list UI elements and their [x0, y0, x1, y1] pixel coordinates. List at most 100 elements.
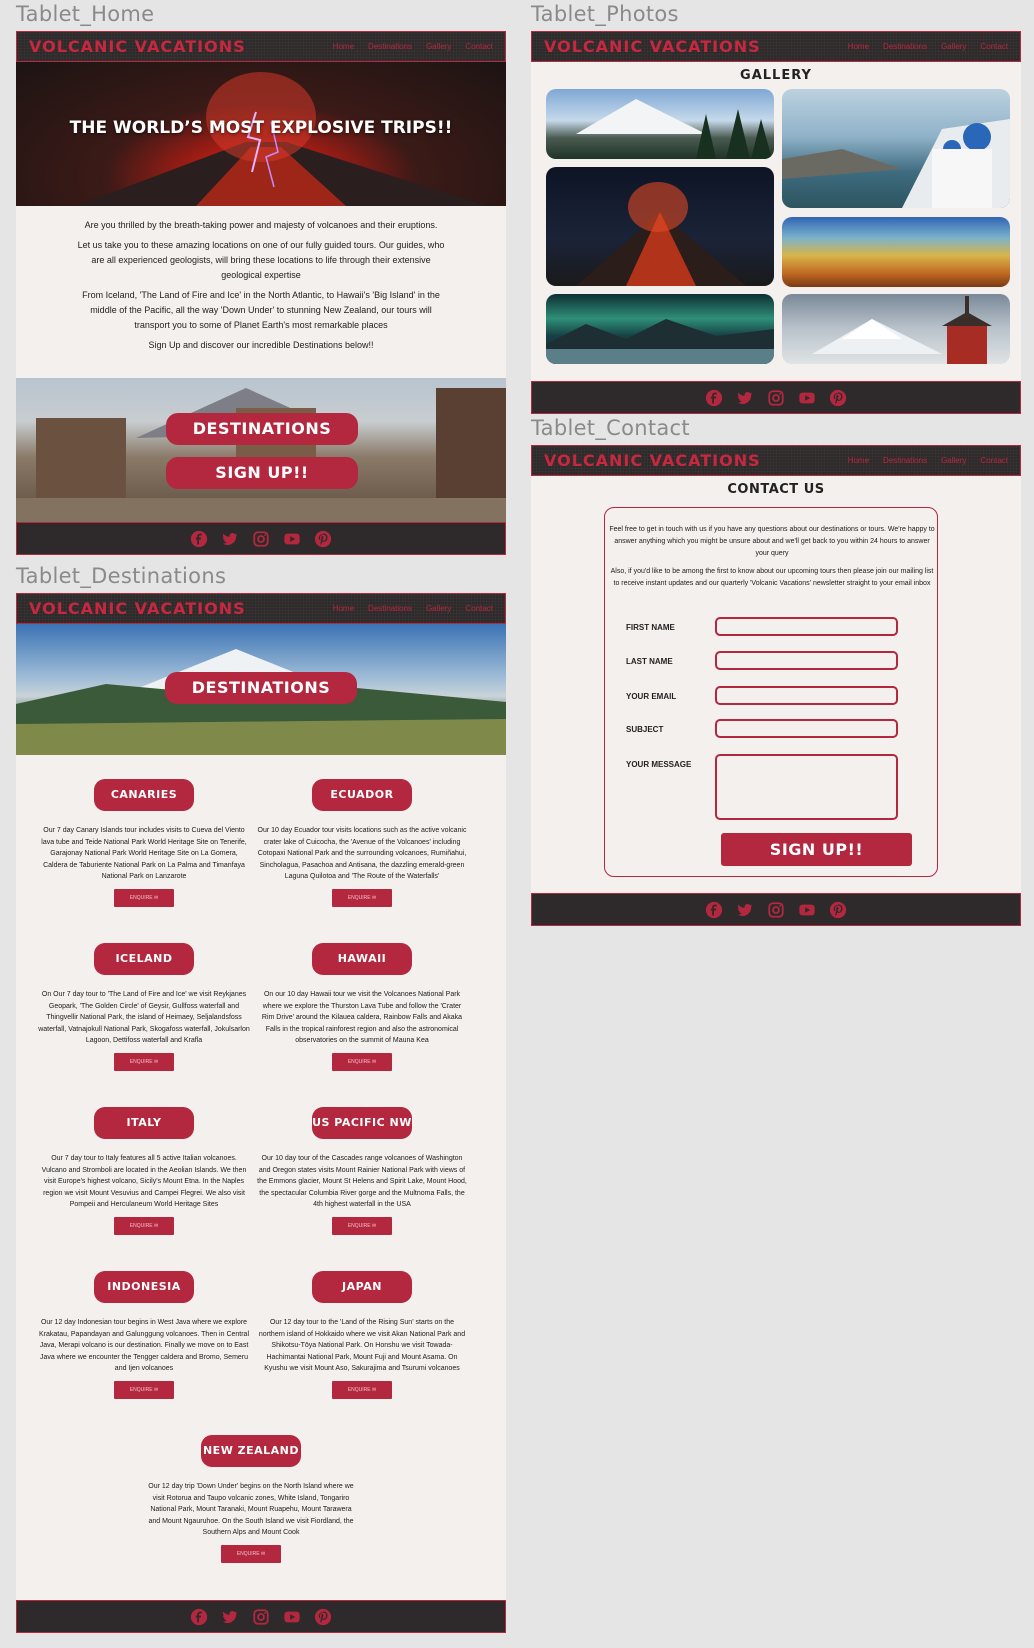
nav-home[interactable]: Home [333, 42, 354, 51]
destination-title-button[interactable]: CANARIES [94, 779, 194, 811]
nav-gallery[interactable]: Gallery [941, 42, 966, 51]
subject-input[interactable] [715, 719, 898, 738]
frame-label-photos: Tablet_Photos [531, 2, 679, 26]
nav-destinations[interactable]: Destinations [368, 42, 412, 51]
nav-destinations[interactable]: Destinations [883, 456, 927, 465]
destination-title-button[interactable]: JAPAN [312, 1271, 412, 1303]
destination-title-button[interactable]: INDONESIA [94, 1271, 194, 1303]
enquire-button[interactable]: ENQUIRE ✉ [332, 1380, 392, 1399]
brand-logo[interactable]: VOLCANIC VACATIONS [544, 451, 848, 470]
first-name-input[interactable] [715, 617, 898, 636]
twitter-icon[interactable] [736, 388, 755, 407]
enquire-button[interactable]: ENQUIRE ✉ [332, 888, 392, 907]
enquire-button[interactable]: ENQUIRE ✉ [221, 1544, 281, 1563]
destinations-hero-button[interactable]: DESTINATIONS [165, 672, 357, 704]
intro-paragraph-3: From Iceland, 'The Land of Fire and Ice'… [82, 290, 440, 330]
instagram-icon[interactable] [767, 388, 786, 407]
twitter-icon[interactable] [221, 1607, 240, 1626]
enquire-label: ENQUIRE [347, 1222, 371, 1229]
gallery-image-erupting-volcano[interactable] [546, 167, 774, 286]
enquire-button[interactable]: ENQUIRE ✉ [114, 888, 174, 907]
twitter-icon[interactable] [736, 900, 755, 919]
gallery-image-aurora-mountains[interactable] [546, 294, 774, 364]
footer [531, 381, 1021, 414]
facebook-icon[interactable] [190, 529, 209, 548]
nav-home[interactable]: Home [333, 604, 354, 613]
enquire-button[interactable]: ENQUIRE ✉ [114, 1052, 174, 1071]
pinterest-icon[interactable] [314, 1607, 333, 1626]
facebook-icon[interactable] [705, 900, 724, 919]
enquire-label: ENQUIRE [236, 1550, 260, 1557]
destination-title-button[interactable]: ICELAND [94, 943, 194, 975]
nav-home[interactable]: Home [848, 42, 869, 51]
pinterest-icon[interactable] [829, 900, 848, 919]
destination-card: INDONESIA Our 12 day Indonesian tour begi… [38, 1271, 250, 1399]
destination-title-button[interactable]: US PACIFIC NW [312, 1107, 412, 1139]
tablet-home-frame: VOLCANIC VACATIONS Home Destinations Gal… [16, 31, 506, 555]
facebook-icon[interactable] [705, 388, 724, 407]
youtube-icon[interactable] [798, 900, 817, 919]
instagram-icon[interactable] [767, 900, 786, 919]
destination-description: Our 12 day tour to the 'Land of the Risi… [258, 1319, 466, 1373]
nav-destinations[interactable]: Destinations [883, 42, 927, 51]
twitter-icon[interactable] [221, 529, 240, 548]
pinterest-icon[interactable] [314, 529, 333, 548]
gallery-image-hot-spring[interactable] [782, 217, 1010, 287]
nav-contact[interactable]: Contact [980, 42, 1008, 51]
nav-gallery[interactable]: Gallery [941, 456, 966, 465]
brand-logo[interactable]: VOLCANIC VACATIONS [29, 37, 333, 56]
nav-gallery[interactable]: Gallery [426, 42, 451, 51]
enquire-label: ENQUIRE [129, 1222, 153, 1229]
nav-home[interactable]: Home [848, 456, 869, 465]
nav-contact[interactable]: Contact [465, 604, 493, 613]
destination-title-button[interactable]: HAWAII [312, 943, 412, 975]
message-textarea[interactable] [715, 754, 898, 820]
enquire-label: ENQUIRE [347, 894, 371, 901]
brand-logo[interactable]: VOLCANIC VACATIONS [29, 599, 333, 618]
enquire-button[interactable]: ENQUIRE ✉ [114, 1216, 174, 1235]
destination-title-button[interactable]: NEW ZEALAND [201, 1435, 301, 1467]
brand-logo[interactable]: VOLCANIC VACATIONS [544, 37, 848, 56]
nav-destinations[interactable]: Destinations [368, 604, 412, 613]
destination-card: NEW ZEALAND Our 12 day trip 'Down Under' … [145, 1435, 357, 1563]
gallery-title: GALLERY [740, 68, 812, 83]
hero-image: THE WORLD’S MOST EXPLOSIVE TRIPS!! [16, 62, 506, 206]
intro-paragraph-1: Are you thrilled by the breath-taking po… [84, 220, 438, 230]
destination-card: ITALY Our 7 day tour to Italy features al… [38, 1107, 250, 1235]
gallery-image-mount-fuji-pagoda[interactable] [782, 294, 1010, 364]
facebook-icon[interactable] [190, 1607, 209, 1626]
destination-title-button[interactable]: ECUADOR [312, 779, 412, 811]
destination-description: Our 12 day trip 'Down Under' begins on t… [148, 1483, 354, 1537]
instagram-icon[interactable] [252, 529, 271, 548]
enquire-button[interactable]: ENQUIRE ✉ [114, 1380, 174, 1399]
destinations-button[interactable]: DESTINATIONS [166, 413, 358, 445]
contact-signup-button[interactable]: SIGN UP!! [721, 833, 912, 866]
nav-gallery[interactable]: Gallery [426, 604, 451, 613]
enquire-button[interactable]: ENQUIRE ✉ [332, 1216, 392, 1235]
pinterest-icon[interactable] [829, 388, 848, 407]
youtube-icon[interactable] [283, 529, 302, 548]
navbar: VOLCANIC VACATIONS Home Destinations Gal… [531, 31, 1021, 62]
nav-contact[interactable]: Contact [465, 42, 493, 51]
ruins-image: DESTINATIONS SIGN UP!! [16, 378, 506, 522]
mail-icon: ✉ [370, 1222, 377, 1229]
destination-title-button[interactable]: ITALY [94, 1107, 194, 1139]
signup-button[interactable]: SIGN UP!! [166, 457, 358, 489]
gallery-image-santorini[interactable] [782, 89, 1010, 208]
destination-description: Our 10 day Ecuador tour visits locations… [257, 827, 467, 881]
instagram-icon[interactable] [252, 1607, 271, 1626]
youtube-icon[interactable] [798, 388, 817, 407]
tablet-contact-frame: VOLCANIC VACATIONS Home Destinations Gal… [531, 445, 1021, 926]
youtube-icon[interactable] [283, 1607, 302, 1626]
contact-form-card: Feel free to get in touch with us if you… [604, 507, 938, 877]
email-input[interactable] [715, 686, 898, 705]
enquire-button[interactable]: ENQUIRE ✉ [332, 1052, 392, 1071]
nav-contact[interactable]: Contact [980, 456, 1008, 465]
hero-title: THE WORLD’S MOST EXPLOSIVE TRIPS!! [69, 118, 453, 138]
destination-description: Our 12 day Indonesian tour begins in Wes… [38, 1319, 250, 1373]
last-name-input[interactable] [715, 651, 898, 670]
gallery-image-mount-rainier[interactable] [546, 89, 774, 159]
contact-intro-2: Also, if you'd like to be among the firs… [610, 568, 934, 587]
mail-icon: ✉ [152, 1058, 159, 1065]
destination-description: Our 10 day tour of the Cascades range vo… [257, 1155, 467, 1209]
